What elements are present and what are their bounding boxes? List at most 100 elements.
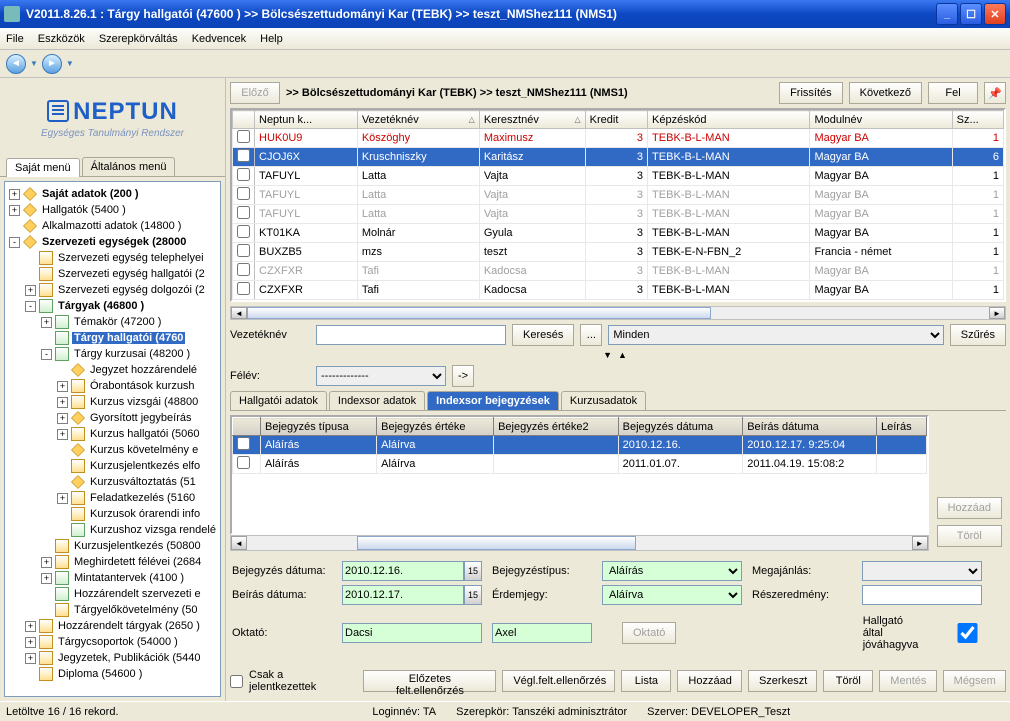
vegl-button[interactable]: Végl.felt.ellenőrzés <box>502 670 615 692</box>
table-row[interactable]: CJOJ6XKruschniszkyKaritász3TEBK-B-L-MANM… <box>233 148 1004 167</box>
window-minimize-button[interactable]: _ <box>936 3 958 25</box>
tree-node[interactable]: Kurzusok órarendi info <box>5 506 220 522</box>
tree-node[interactable]: +Jegyzetek, Publikációk (5440 <box>5 650 220 666</box>
table-row[interactable]: CZXFXRTafiKadocsa3TEBK-B-L-MANMagyar BA1 <box>233 262 1004 281</box>
okt-button[interactable]: Oktató <box>622 622 676 644</box>
collapse-strip[interactable]: ▼▲ <box>230 350 1006 361</box>
search-input[interactable] <box>316 325 506 345</box>
table-row[interactable]: TAFUYLLattaVajta3TEBK-B-L-MANMagyar BA1 <box>233 205 1004 224</box>
menu-szerepkor[interactable]: Szerepkörváltás <box>99 33 178 45</box>
table-row[interactable]: BUXZB5mzsteszt3TEBK-E-N-FBN_2Francia - n… <box>233 243 1004 262</box>
bejtip-select[interactable]: Aláírás <box>602 561 742 581</box>
felev-go-button[interactable]: -> <box>452 365 474 387</box>
tree-node[interactable]: Kurzushoz vizsga rendelé <box>5 522 220 538</box>
menu-kedvencek[interactable]: Kedvencek <box>192 33 246 45</box>
menu-file[interactable]: File <box>6 33 24 45</box>
calendar-icon[interactable]: 15 <box>464 585 482 605</box>
csak-checkbox[interactable] <box>230 675 243 688</box>
tree-node[interactable]: +Témakör (47200 ) <box>5 314 220 330</box>
tab-kurzusadatok[interactable]: Kurzusadatok <box>561 391 646 410</box>
megsem-button[interactable]: Mégsem <box>943 670 1006 692</box>
tab-sajat-menu[interactable]: Saját menü <box>6 158 80 177</box>
prev-button[interactable]: Előző <box>230 82 280 104</box>
tree-node[interactable]: Szervezeti egység hallgatói (2 <box>5 266 220 282</box>
tree-node[interactable]: Tárgyelőkövetelmény (50 <box>5 602 220 618</box>
hozzaad-button[interactable]: Hozzáad <box>677 670 742 692</box>
search-more-button[interactable]: ... <box>580 324 602 346</box>
tree-node[interactable]: Kurzus követelmény e <box>5 442 220 458</box>
tab-hallgatoi[interactable]: Hallgatói adatok <box>230 391 327 410</box>
tree-node[interactable]: Jegyzet hozzárendelé <box>5 362 220 378</box>
tree-node[interactable]: Kurzusváltoztatás (51 <box>5 474 220 490</box>
tree-node[interactable]: Kurzusjelentkezés elfo <box>5 458 220 474</box>
table-row[interactable]: CZXFXRTafiKadocsa3TEBK-B-L-MANMagyar BA1 <box>233 281 1004 300</box>
szerkeszt-button[interactable]: Szerkeszt <box>748 670 817 692</box>
statusbar: Letöltve 16 / 16 rekord. Loginnév: TA Sz… <box>0 701 1010 721</box>
navigation-tree[interactable]: +Saját adatok (200 )+Hallgatók (5400 )Al… <box>4 181 221 697</box>
nav-forward-button[interactable]: ► <box>42 54 62 74</box>
table-row[interactable]: HUK0U9KöszöghyMaximusz3TEBK-B-L-MANMagya… <box>233 129 1004 148</box>
tree-node[interactable]: +Feladatkezelés (5160 <box>5 490 220 506</box>
table-row[interactable]: KT01KAMolnárGyula3TEBK-B-L-MANMagyar BA1 <box>233 224 1004 243</box>
window-close-button[interactable]: ✕ <box>984 3 1006 25</box>
tree-node[interactable]: +Órabontások kurzush <box>5 378 220 394</box>
tree-node[interactable]: Alkalmazotti adatok (14800 ) <box>5 218 220 234</box>
torol-button[interactable]: Töröl <box>823 670 873 692</box>
lista-button[interactable]: Lista <box>621 670 671 692</box>
tree-node[interactable]: -Tárgy kurzusai (48200 ) <box>5 346 220 362</box>
tree-node[interactable]: +Hallgatók (5400 ) <box>5 202 220 218</box>
tab-indexsor-adatok[interactable]: Indexsor adatok <box>329 391 425 410</box>
menu-eszkozok[interactable]: Eszközök <box>38 33 85 45</box>
tree-node[interactable]: Hozzárendelt szervezeti e <box>5 586 220 602</box>
tree-node[interactable]: +Szervezeti egység dolgozói (2 <box>5 282 220 298</box>
bejdat-input[interactable] <box>342 561 464 581</box>
tree-node[interactable]: +Saját adatok (200 ) <box>5 186 220 202</box>
filter-button[interactable]: Szűrés <box>950 324 1006 346</box>
felev-select[interactable]: ------------- <box>316 366 446 386</box>
main-grid[interactable]: Neptun k...Vezetéknév△Keresztnév△KreditK… <box>230 108 1006 302</box>
tree-node[interactable]: Szervezeti egység telephelyei <box>5 250 220 266</box>
tree-node[interactable]: +Kurzus vizsgái (48800 <box>5 394 220 410</box>
nav-back-button[interactable]: ◄ <box>6 54 26 74</box>
erdem-select[interactable]: Aláírva <box>602 585 742 605</box>
detail-row[interactable]: AláírásAláírva2011.01.07.2011.04.19. 15:… <box>233 455 927 474</box>
detail-del-button[interactable]: Töröl <box>937 525 1002 547</box>
okt-lastname-input[interactable] <box>342 623 482 643</box>
search-button[interactable]: Keresés <box>512 324 574 346</box>
mentes-button[interactable]: Mentés <box>879 670 936 692</box>
table-row[interactable]: TAFUYLLattaVajta3TEBK-B-L-MANMagyar BA1 <box>233 167 1004 186</box>
tree-node[interactable]: +Mintatantervek (4100 ) <box>5 570 220 586</box>
elozetes-button[interactable]: Előzetes felt.ellenőrzés <box>363 670 496 692</box>
tree-node[interactable]: +Tárgycsoportok (54000 ) <box>5 634 220 650</box>
hallgato-checkbox[interactable] <box>931 623 1004 643</box>
tree-node[interactable]: Kurzusjelentkezés (50800 <box>5 538 220 554</box>
tree-node[interactable]: +Kurzus hallgatói (5060 <box>5 426 220 442</box>
tree-node[interactable]: -Szervezeti egységek (28000 <box>5 234 220 250</box>
okt-firstname-input[interactable] <box>492 623 592 643</box>
tab-altalanos-menu[interactable]: Általános menü <box>82 157 176 176</box>
tree-node[interactable]: Diploma (54600 ) <box>5 666 220 682</box>
search-filter-select[interactable]: Minden <box>608 325 943 345</box>
detail-row[interactable]: AláírásAláírva2010.12.16.2010.12.17. 9:2… <box>233 436 927 455</box>
tree-node[interactable]: +Meghirdetett félévei (2684 <box>5 554 220 570</box>
next-button[interactable]: Következő <box>849 82 922 104</box>
detail-add-button[interactable]: Hozzáad <box>937 497 1002 519</box>
calendar-icon[interactable]: 15 <box>464 561 482 581</box>
tree-node[interactable]: +Gyorsított jegybeírás <box>5 410 220 426</box>
window-maximize-button[interactable]: ☐ <box>960 3 982 25</box>
detail-hscroll[interactable]: ◄► <box>230 535 929 551</box>
megaj-select[interactable] <box>862 561 982 581</box>
refresh-button[interactable]: Frissítés <box>779 82 843 104</box>
resz-input[interactable] <box>862 585 982 605</box>
tree-node[interactable]: -Tárgyak (46800 ) <box>5 298 220 314</box>
menu-help[interactable]: Help <box>260 33 283 45</box>
detail-grid[interactable]: Bejegyzés típusaBejegyzés értékeBejegyzé… <box>230 415 929 535</box>
up-button[interactable]: Fel <box>928 82 978 104</box>
tree-node[interactable]: +Hozzárendelt tárgyak (2650 ) <box>5 618 220 634</box>
pin-button[interactable]: 📌 <box>984 82 1006 104</box>
grid-hscroll[interactable]: ◄► <box>230 306 1006 320</box>
beidat-input[interactable] <box>342 585 464 605</box>
table-row[interactable]: TAFUYLLattaVajta3TEBK-B-L-MANMagyar BA1 <box>233 186 1004 205</box>
tab-indexsor-bejegyzesek[interactable]: Indexsor bejegyzések <box>427 391 559 410</box>
tree-node[interactable]: Tárgy hallgatói (4760 <box>5 330 220 346</box>
